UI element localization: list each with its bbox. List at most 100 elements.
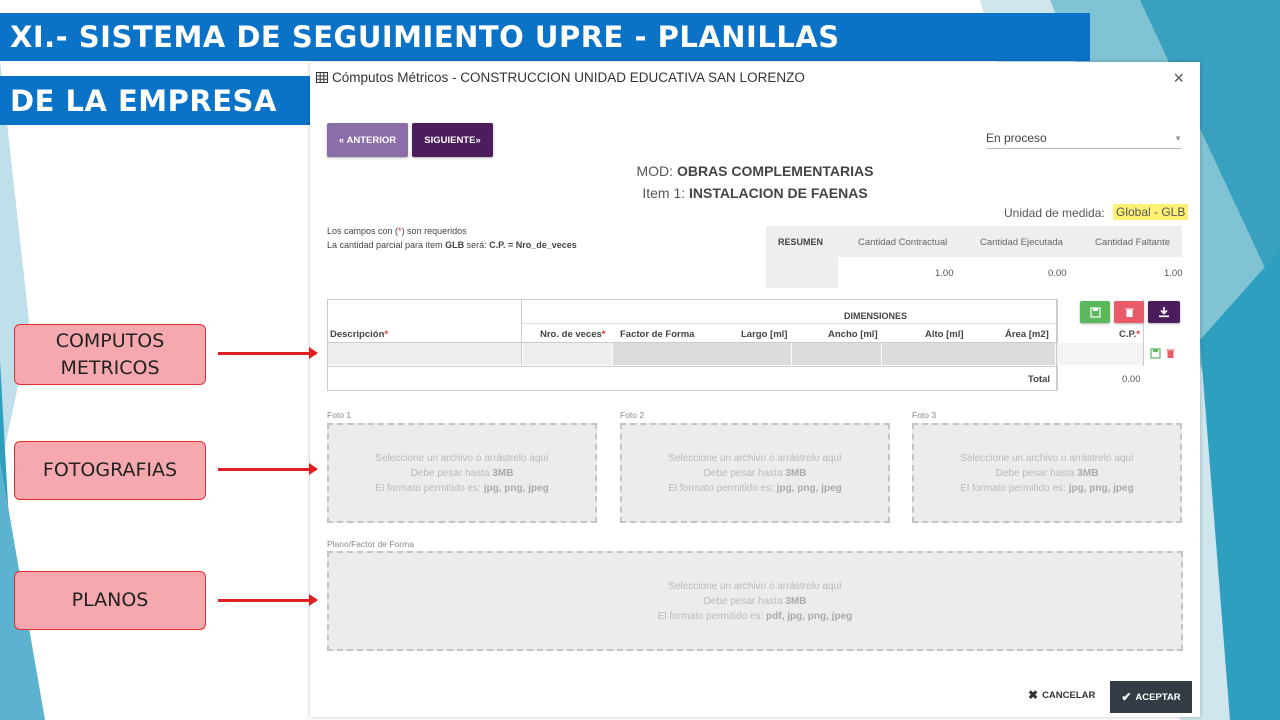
cp-note: La cantidad parcial para item GLB será: …	[327, 240, 577, 250]
dropzone-line1: Seleccione un archivo o arrástrelo aquí	[668, 580, 842, 592]
col-descripcion-label: Descripción	[330, 329, 385, 340]
close-button[interactable]: ×	[1173, 68, 1184, 89]
callout-planos: PLANOS	[14, 571, 206, 630]
plano-dropzone[interactable]: Seleccione un archivo o arrástrelo aquí …	[327, 551, 1183, 651]
item-value: INSTALACION DE FAENAS	[689, 185, 868, 201]
slide-title-line1: XI.- SISTEMA DE SEGUIMIENTO UPRE - PLANI…	[0, 13, 1090, 61]
nro-veces-input[interactable]	[523, 343, 612, 365]
trash-icon	[1125, 308, 1133, 317]
unit-value: Global - GLB	[1113, 204, 1189, 220]
format-text: El formato permitido es:	[375, 482, 481, 494]
summary-col-faltante: Cantidad Faltante	[1095, 237, 1170, 248]
size-value: 3MB	[785, 467, 807, 479]
next-button[interactable]: SIGUIENTE»	[412, 123, 493, 157]
dropzone-line3: El formato permitido es: jpg, png, jpeg	[914, 481, 1180, 496]
col-descripcion: Descripción*	[330, 329, 388, 340]
close-icon: ✖	[1028, 688, 1039, 702]
dropzone-line1: Seleccione un archivo o arrástrelo aquí	[668, 452, 842, 464]
plano-label: Plano/Factor de Forma	[327, 539, 414, 549]
col-factor-forma: Factor de Forma	[620, 329, 695, 340]
module-prefix: MOD:	[636, 163, 674, 179]
cp-note-formula: C.P. = Nro_de_veces	[489, 240, 577, 250]
status-select-value: En proceso	[986, 131, 1047, 145]
photo3-label: Foto 3	[912, 410, 937, 420]
size-value: 3MB	[1077, 467, 1099, 479]
size-value: 3MB	[785, 595, 807, 607]
dropzone-line2: Debe pesar hasta 3MB	[622, 466, 888, 481]
required-note-text: Los campos con (	[327, 226, 399, 236]
save-icon	[1089, 306, 1101, 318]
arrow-planos	[218, 594, 318, 606]
col-nro-veces-label: Nro. de veces	[540, 329, 602, 340]
row-save-icon[interactable]	[1150, 348, 1161, 359]
format-value: jpg, png, jpeg	[1068, 482, 1134, 494]
required-asterisk: *	[1136, 329, 1140, 340]
photo1-dropzone[interactable]: Seleccione un archivo o arrástrelo aquí …	[327, 423, 597, 523]
photo1-label: Foto 1	[327, 410, 352, 420]
summary-header: RESUMEN	[778, 237, 824, 247]
format-value: jpg, png, jpeg	[776, 482, 842, 494]
dropzone-line2: Debe pesar hasta 3MB	[329, 594, 1181, 609]
cancel-button[interactable]: ✖ CANCELAR	[1028, 688, 1095, 702]
alto-area-cells	[882, 343, 1055, 365]
cp-note-unit: GLB	[445, 240, 465, 250]
check-icon: ✔	[1121, 690, 1132, 704]
modal-title: Cómputos Métricos - CONSTRUCCION UNIDAD …	[316, 70, 805, 85]
row-delete-icon[interactable]	[1165, 348, 1176, 359]
format-text: El formato permitido es:	[668, 482, 774, 494]
required-asterisk: *	[601, 329, 606, 340]
descripcion-input[interactable]	[328, 343, 521, 365]
size-text: Debe pesar hasta	[703, 467, 783, 479]
photo2-dropzone[interactable]: Seleccione un archivo o arrástrelo aquí …	[620, 423, 890, 523]
dropzone-line3: El formato permitido es: pdf, jpg, png, …	[329, 609, 1181, 624]
cp-note-text: La cantidad parcial para item	[327, 240, 443, 250]
module-value: OBRAS COMPLEMENTARIAS	[676, 163, 874, 179]
summary-val-ejecutada: 0.00	[1048, 268, 1067, 279]
table-icon	[316, 72, 328, 83]
previous-button[interactable]: « ANTERIOR	[327, 123, 408, 157]
required-note: Los campos con (*) son requeridos	[327, 226, 467, 236]
photo2-label: Foto 2	[620, 410, 645, 420]
total-row	[327, 366, 1058, 391]
summary-col-ejecutada: Cantidad Ejecutada	[980, 237, 1063, 248]
dropzone-line1: Seleccione un archivo o arrástrelo aquí	[960, 452, 1134, 464]
dropzone-line3: El formato permitido es: jpg, png, jpeg	[329, 481, 595, 496]
accept-button[interactable]: ✔ ACEPTAR	[1110, 681, 1192, 713]
total-label: Total	[1028, 374, 1050, 385]
col-nro-veces: Nro. de veces*	[540, 329, 606, 340]
dropzone-line3: El formato permitido es: jpg, png, jpeg	[622, 481, 888, 496]
slide-title-text-2: DE LA EMPRESA	[10, 83, 277, 118]
slide-title-line2: DE LA EMPRESA	[0, 76, 311, 125]
size-value: 3MB	[492, 467, 514, 479]
photo3-dropzone[interactable]: Seleccione un archivo o arrástrelo aquí …	[912, 423, 1182, 523]
delete-button[interactable]	[1114, 301, 1144, 323]
format-text: El formato permitido es:	[657, 610, 764, 622]
total-value: 0.00	[1122, 374, 1141, 385]
size-text: Debe pesar hasta	[410, 467, 490, 479]
callout-fotografias: FOTOGRAFIAS	[14, 441, 206, 500]
cp-cell	[1057, 343, 1143, 365]
accept-label: ACEPTAR	[1135, 691, 1181, 703]
slide-title-text-1: XI.- SISTEMA DE SEGUIMIENTO UPRE - PLANI…	[10, 20, 840, 54]
arrow-fotografias	[218, 463, 318, 475]
download-icon	[1159, 307, 1169, 318]
cp-note-sera: será:	[466, 240, 487, 250]
summary-val-faltante: 1.00	[1164, 268, 1183, 279]
status-select[interactable]: En proceso ▼	[986, 128, 1182, 149]
download-button[interactable]	[1148, 301, 1180, 323]
chevron-down-icon: ▼	[1174, 133, 1182, 143]
dropzone-line2: Debe pesar hasta 3MB	[914, 466, 1180, 481]
arrow-computos	[218, 347, 318, 359]
col-ancho: Ancho [ml]	[828, 329, 878, 340]
dropzone-line2: Debe pesar hasta 3MB	[329, 466, 595, 481]
required-note-end: ) son requeridos	[401, 226, 467, 236]
format-value: jpg, png, jpeg	[483, 482, 549, 494]
col-area: Área [m2]	[1005, 329, 1049, 340]
save-button[interactable]	[1080, 301, 1110, 323]
size-text: Debe pesar hasta	[995, 467, 1075, 479]
col-largo: Largo [ml]	[741, 329, 788, 340]
item-heading: Item 1: INSTALACION DE FAENAS	[310, 185, 1200, 201]
format-value: pdf, jpg, png, jpeg	[766, 610, 853, 622]
modal-title-text: Cómputos Métricos - CONSTRUCCION UNIDAD …	[332, 70, 805, 85]
factor-largo-cells	[613, 343, 791, 365]
